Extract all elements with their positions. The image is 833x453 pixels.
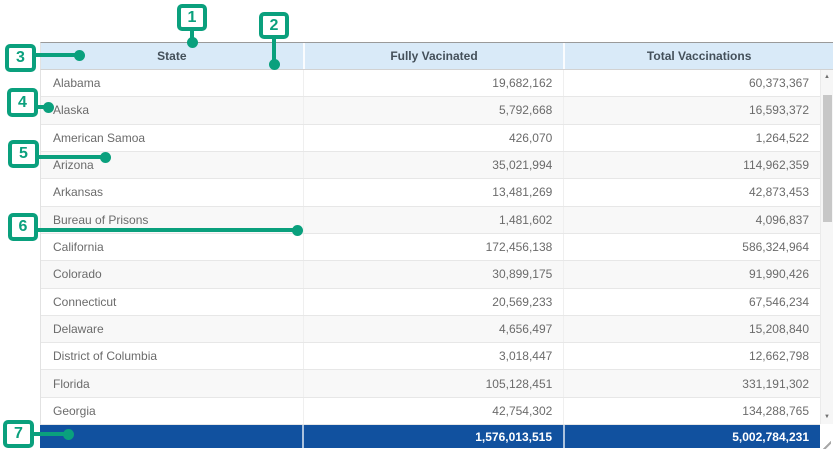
table-row[interactable]: Alaska5,792,66816,593,372 [41,97,820,124]
cell-total-vaccinations: 331,191,302 [563,370,820,396]
cell-fully-vaccinated: 13,481,269 [303,179,564,205]
cell-fully-vaccinated: 172,456,138 [303,234,564,260]
annotated-vaccination-table-screenshot: State Fully Vacinated Total Vaccinations… [0,0,833,453]
callout-5-line [38,155,106,159]
table-row[interactable]: Georgia42,754,302134,288,765 [41,398,820,425]
callout-1-label: 1 [188,9,197,27]
callout-3-label: 3 [16,49,25,67]
cell-total-vaccinations: 586,324,964 [563,234,820,260]
table-row[interactable]: California172,456,138586,324,964 [41,234,820,261]
cell-fully-vaccinated: 105,128,451 [303,370,564,396]
table-row[interactable]: Arizona35,021,994114,962,359 [41,152,820,179]
callout-4-badge: 4 [7,88,38,117]
table-row[interactable]: District of Columbia3,018,44712,662,798 [41,343,820,370]
cell-fully-vaccinated: 20,569,233 [303,289,564,315]
table-row[interactable]: Colorado30,899,17591,990,426 [41,261,820,288]
grand-total-fully-vaccinated: 1,576,013,515 [302,425,563,448]
callout-7-badge: 7 [3,420,34,448]
callout-3-badge: 3 [5,44,36,72]
cell-state: District of Columbia [41,343,303,369]
callout-1-dot [187,37,198,48]
cell-total-vaccinations: 114,962,359 [563,152,820,178]
table-header-row: State Fully Vacinated Total Vaccinations [40,42,833,70]
callout-2-dot [269,59,280,70]
callout-6-dot [292,225,303,236]
callout-5-dot [100,152,111,163]
cell-state: Alaska [41,97,303,123]
cell-fully-vaccinated: 4,656,497 [303,316,564,342]
scrollbar-thumb[interactable] [823,95,832,222]
cell-total-vaccinations: 60,373,367 [563,70,820,96]
callout-5-badge: 5 [8,140,39,168]
cell-fully-vaccinated: 5,792,668 [303,97,564,123]
cell-total-vaccinations: 67,546,234 [563,289,820,315]
cell-fully-vaccinated: 30,899,175 [303,261,564,287]
cell-state: Colorado [41,261,303,287]
cell-fully-vaccinated: 3,018,447 [303,343,564,369]
cell-state: California [41,234,303,260]
table-row[interactable]: Alabama19,682,16260,373,367 [41,70,820,97]
column-header-fully-vaccinated[interactable]: Fully Vacinated [303,43,564,69]
callout-2-badge: 2 [259,12,289,39]
callout-3-line [35,53,79,57]
cell-fully-vaccinated: 19,682,162 [303,70,564,96]
callout-7-dot [63,429,74,440]
cell-total-vaccinations: 4,096,837 [563,207,820,233]
callout-4-dot [43,102,54,113]
callout-7-label: 7 [14,425,23,443]
cell-fully-vaccinated: 1,481,602 [303,207,564,233]
table-row[interactable]: American Samoa426,0701,264,522 [41,125,820,152]
resize-grip-icon [822,440,831,449]
callout-6-line [37,228,298,232]
cell-state: Arkansas [41,179,303,205]
table-row[interactable]: Florida105,128,451331,191,302 [41,370,820,397]
cell-state: Connecticut [41,289,303,315]
callout-1-badge: 1 [177,4,207,31]
cell-total-vaccinations: 91,990,426 [563,261,820,287]
grand-total-row: 1,576,013,515 5,002,784,231 [40,425,820,448]
table-row[interactable]: Connecticut20,569,23367,546,234 [41,289,820,316]
scroll-down-icon[interactable]: ▼ [821,410,833,424]
cell-state: Delaware [41,316,303,342]
callout-4-label: 4 [18,94,27,112]
callout-6-badge: 6 [8,213,38,241]
grand-total-state-cell [40,425,302,448]
cell-state: American Samoa [41,125,303,151]
table-body: Alabama19,682,16260,373,367Alaska5,792,6… [40,70,820,425]
callout-3-dot [74,50,85,61]
cell-total-vaccinations: 15,208,840 [563,316,820,342]
callout-6-label: 6 [19,218,28,236]
cell-state: Alabama [41,70,303,96]
callout-5-label: 5 [19,145,28,163]
cell-total-vaccinations: 16,593,372 [563,97,820,123]
cell-fully-vaccinated: 35,021,994 [303,152,564,178]
cell-state: Georgia [41,398,303,424]
cell-total-vaccinations: 1,264,522 [563,125,820,151]
table-row[interactable]: Arkansas13,481,26942,873,453 [41,179,820,206]
table-row[interactable]: Delaware4,656,49715,208,840 [41,316,820,343]
callout-2-label: 2 [270,17,279,35]
column-header-total-vaccinations[interactable]: Total Vaccinations [563,43,833,69]
cell-total-vaccinations: 12,662,798 [563,343,820,369]
vertical-scrollbar[interactable]: ▲ ▼ [820,70,833,424]
cell-total-vaccinations: 134,288,765 [563,398,820,424]
cell-state: Florida [41,370,303,396]
cell-fully-vaccinated: 42,754,302 [303,398,564,424]
cell-fully-vaccinated: 426,070 [303,125,564,151]
scroll-up-icon[interactable]: ▲ [821,70,833,84]
cell-total-vaccinations: 42,873,453 [563,179,820,205]
grand-total-total-vaccinations: 5,002,784,231 [563,425,820,448]
